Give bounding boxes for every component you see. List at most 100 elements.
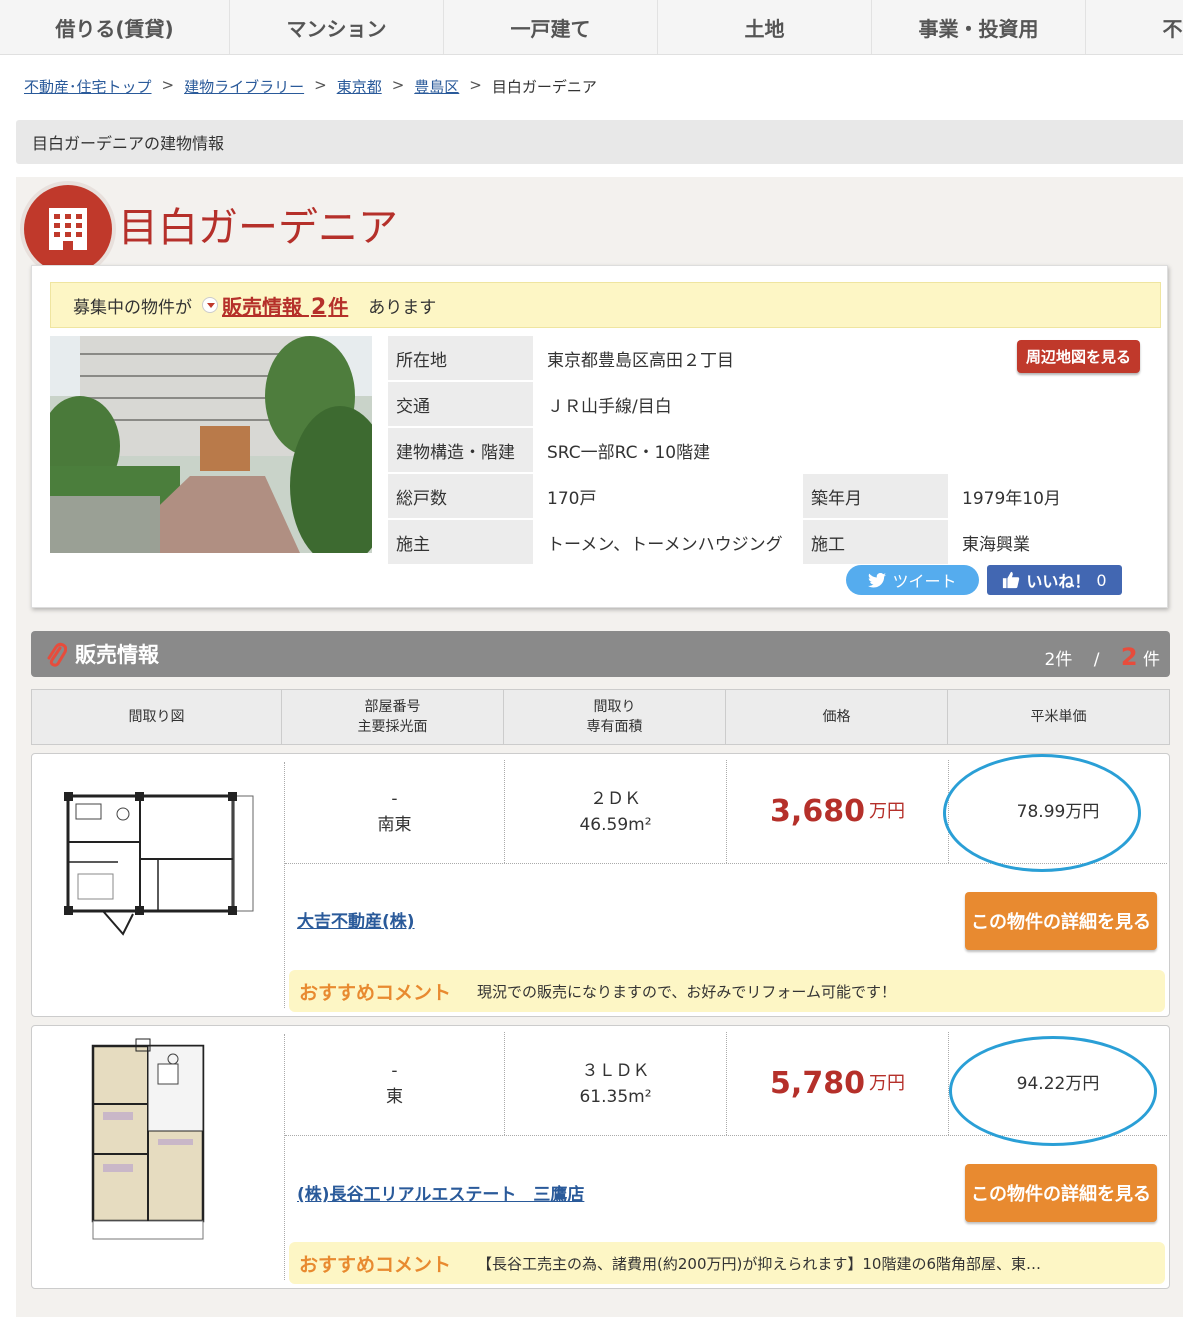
units-value: 170戸 [547,489,597,509]
tweet-label: ツイート [892,572,957,591]
breadcrumb-library[interactable]: 建物ライブラリー [184,76,304,97]
room-cell: - 東 [285,1032,505,1135]
spec-row-units: 総戸数 170戸 築年月 1979年10月 [388,474,1158,518]
header-area-label: 専有面積 [586,719,643,735]
price-unit: 万円 [868,800,905,822]
access-label: 交通 [388,382,533,426]
spec-row-structure: 建物構造・階建 SRC一部RC・10階建 [388,428,1158,472]
layout-cell: ２ＤＫ 46.59m² [505,760,727,863]
alert-prefix: 募集中の物件が [73,297,192,318]
breadcrumb: 不動産･住宅トップ > 建物ライブラリー > 東京都 > 豊島区 > 目白ガーデ… [24,76,597,97]
header-price-label: 価格 [822,709,851,725]
sales-alert: 募集中の物件が 販売情報 2件 あります [50,282,1161,328]
breadcrumb-separator: > [469,76,482,94]
room-number: - [391,1060,398,1081]
alert-suffix: あります [368,297,437,318]
building-icon [24,185,112,273]
comment-text: 【長谷工売主の為、諸費用(約200万円)が抑えられます】10階建の6階角部屋、東… [477,1254,1041,1273]
like-count: 0 [1096,570,1107,590]
spec-row-owner: 施主 トーメン、トーメンハウジング 施工 東海興業 [388,520,1158,564]
room-facing: 東 [386,1086,403,1107]
thumbs-up-icon [1003,571,1020,589]
built-label: 築年月 [803,474,948,518]
annotation-circle [943,754,1141,872]
view-detail-button[interactable]: この物件の詳細を見る [965,892,1157,950]
header-room-label: 部屋番号 [364,699,421,715]
nav-mansion[interactable]: マンション [230,0,444,54]
header-facing-label: 主要採光面 [357,719,428,735]
nav-house[interactable]: 一戸建て [444,0,658,54]
price-cell: 3,680 万円 [727,760,949,863]
breadcrumb-tokyo[interactable]: 東京都 [337,76,382,97]
agent-link[interactable]: 大吉不動産(株) [297,907,415,932]
twitter-bird-icon [868,572,887,588]
spec-table: 所在地 東京都豊島区高田２丁目 周辺地図を見る 交通 ＪＲ山手線/目白 建物構造… [388,336,1158,566]
sales-table-header: 間取り図 部屋番号 主要採光面 間取り 専有面積 価格 平米単価 [31,689,1170,745]
header-layout-label: 間取り [593,699,636,715]
price-unit: 万円 [868,1072,905,1094]
comment-tag: おすすめコメント [299,981,452,1004]
breadcrumb-top[interactable]: 不動産･住宅トップ [24,76,152,97]
room-cell: - 南東 [285,760,505,863]
nearby-map-button[interactable]: 周辺地図を見る [1016,340,1140,373]
room-facing: 南東 [377,814,412,835]
building-info-bar: 目白ガーデニアの建物情報 [16,120,1183,164]
floor-plan-image[interactable] [48,784,258,954]
builder-label: 施工 [803,520,948,564]
header-unit-price: 平米単価 [948,690,1169,744]
top-nav: 借りる(賃貸) マンション 一戸建て 土地 事業・投資用 不動産 [0,0,1183,55]
header-plan-label: 間取り図 [128,709,185,725]
social-buttons: ツイート いいね！ 0 [846,565,1122,595]
recommend-comment: おすすめコメント 現況での販売になりますので、お好みでリフォーム可能です！ [289,970,1165,1012]
building-name: 目白ガーデニア [118,205,398,251]
nav-land[interactable]: 土地 [658,0,872,54]
sales-total-unit: 件 [1143,650,1160,670]
room-layout: ２ＤＫ [590,788,641,809]
building-title: 目白ガーデニア [24,185,398,273]
units-label: 総戸数 [388,474,533,518]
breadcrumb-current: 目白ガーデニア [491,78,597,96]
sales-shown-count: 2件 [1044,650,1073,670]
layout-cell: ３ＬＤＫ 61.35m² [505,1032,727,1135]
comment-tag: おすすめコメント [299,1253,452,1276]
breadcrumb-toshima[interactable]: 豊島区 [414,76,459,97]
sales-count-unit: 件 [328,294,349,319]
header-plan: 間取り図 [32,690,282,744]
main-panel: 目白ガーデニア 募集中の物件が 販売情報 2件 あります 所在地 東京都豊島区高… [16,177,1183,1317]
count-separator: / [1093,650,1100,670]
recommend-comment: おすすめコメント 【長谷工売主の為、諸費用(約200万円)が抑えられます】10階… [289,1242,1165,1284]
room-area: 46.59m² [579,814,652,835]
nav-rent[interactable]: 借りる(賃貸) [0,0,230,54]
tweet-button[interactable]: ツイート [846,565,979,595]
room-layout: ３ＬＤＫ [581,1060,650,1081]
price-cell: 5,780 万円 [727,1032,949,1135]
spec-row-access: 交通 ＪＲ山手線/目白 [388,382,1158,426]
price-value: 5,780 [770,1065,865,1101]
address-label: 所在地 [388,336,533,380]
building-card: 募集中の物件が 販売情報 2件 あります 所在地 東京都豊島区高田２丁目 周辺地… [31,265,1168,608]
price-value: 3,680 [770,793,865,829]
sales-info-link[interactable]: 販売情報 2件 [222,291,348,320]
sales-link-label: 販売情報 [222,294,302,319]
owner-label: 施主 [388,520,533,564]
structure-label: 建物構造・階建 [388,428,533,472]
nav-business[interactable]: 事業・投資用 [872,0,1086,54]
like-label: いいね！ [1026,572,1091,591]
nav-realestate[interactable]: 不動産 [1086,0,1183,54]
header-room: 部屋番号 主要採光面 [282,690,504,744]
agent-link[interactable]: (株)長谷工リアルエステート 三鷹店 [297,1180,584,1205]
floor-plan-image[interactable] [48,1034,258,1244]
view-detail-button[interactable]: この物件の詳細を見る [965,1164,1157,1222]
comment-text: 現況での販売になりますので、お好みでリフォーム可能です！ [477,982,896,1001]
header-unit-price-label: 平米単価 [1030,709,1087,725]
like-button[interactable]: いいね！ 0 [987,565,1122,595]
address-value: 東京都豊島区高田２丁目 [547,351,734,371]
sales-total: 2 [1120,643,1138,671]
built-value: 1979年10月 [962,489,1061,509]
builder-value: 東海興業 [962,535,1030,555]
access-value: ＪＲ山手線/目白 [547,397,672,417]
listing-2: - 東 ３ＬＤＫ 61.35m² 5,780 万円 94.22万円 (株)長谷工… [31,1025,1170,1289]
sales-title: 販売情報 [75,643,159,667]
sales-section-header: 販売情報 2件 / 2 件 [31,631,1170,677]
breadcrumb-separator: > [161,76,175,94]
